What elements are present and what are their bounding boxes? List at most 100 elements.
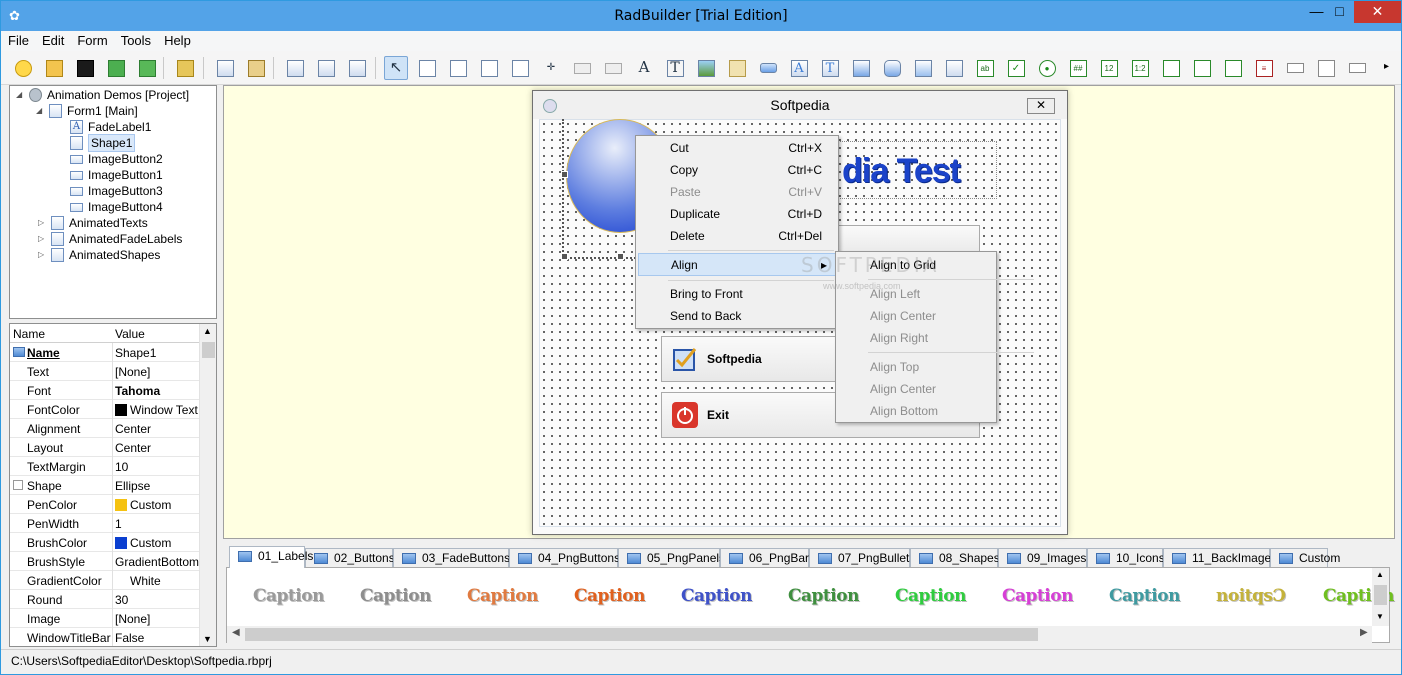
image-button-tool-icon[interactable] <box>725 56 749 80</box>
menu-tools[interactable]: Tools <box>114 31 157 48</box>
tab-02_buttons[interactable]: 02_Buttons <box>305 548 395 568</box>
tree-item-imagebutton1[interactable]: ImageButton1 <box>70 167 163 183</box>
tab-08_shapes[interactable]: 08_Shapes <box>910 548 1000 568</box>
menu-item-delete[interactable]: Delete Ctrl+Del <box>638 225 836 246</box>
tab-10_icons[interactable]: 10_Icons <box>1087 548 1165 568</box>
menu-file[interactable]: File <box>1 31 35 48</box>
property-value[interactable]: Center <box>115 441 199 455</box>
tab-04_pngbuttons[interactable]: 04_PngButtons <box>509 548 620 568</box>
property-row[interactable]: Font Tahoma <box>10 381 200 400</box>
property-row[interactable]: TextMargin 10 <box>10 457 200 476</box>
scroll-thumb[interactable] <box>202 342 215 358</box>
property-value[interactable]: Tahoma <box>115 384 199 398</box>
property-value[interactable]: White <box>115 574 199 588</box>
menu-edit[interactable]: Edit <box>35 31 70 48</box>
new-form-icon[interactable] <box>283 56 307 80</box>
tab-01_labels[interactable]: 01_Labels <box>229 546 313 568</box>
property-value[interactable]: GradientBottomTo <box>115 555 199 569</box>
caption-sample[interactable]: Caption <box>1109 586 1180 606</box>
menu-item-align-top[interactable]: Align Top <box>838 356 996 377</box>
property-row[interactable]: PenWidth 1 <box>10 514 200 533</box>
tree-item-animatedtexts[interactable]: ▷ AnimatedTexts <box>38 215 148 231</box>
tab-05_pngpanels[interactable]: 05_PngPanels <box>618 548 725 568</box>
menu-item-send-to-back[interactable]: Send to Back <box>638 305 836 326</box>
property-value[interactable]: 30 <box>115 593 199 607</box>
splitter-tool-icon[interactable]: ✛ <box>539 56 563 80</box>
menu-form[interactable]: Form <box>70 31 113 48</box>
property-scrollbar[interactable]: ▲ ▼ <box>199 324 216 646</box>
property-value[interactable]: Center <box>115 422 199 436</box>
property-value[interactable]: Shape1 <box>115 346 199 360</box>
form-properties-icon[interactable] <box>314 56 338 80</box>
tab-09_images[interactable]: 09_Images <box>998 548 1087 568</box>
tree-item-imagebutton3[interactable]: ImageButton3 <box>70 183 163 199</box>
checkbutton-tool-icon[interactable] <box>601 56 625 80</box>
caption-sample[interactable]: Caption <box>253 586 324 606</box>
build-icon[interactable] <box>104 56 128 80</box>
gallery-horizontal-scrollbar[interactable]: ◀ ▶ <box>227 626 1372 643</box>
property-value[interactable]: Ellipse <box>115 479 199 493</box>
paste-icon[interactable] <box>244 56 268 80</box>
tree-item-animatedfadelabels[interactable]: ▷ AnimatedFadeLabels <box>38 231 182 247</box>
run-icon[interactable] <box>135 56 159 80</box>
memo-tool-icon[interactable]: T <box>818 56 842 80</box>
property-value[interactable]: Custom <box>115 498 199 512</box>
maximize-button[interactable]: □ <box>1325 1 1354 23</box>
property-row[interactable]: Round 30 <box>10 590 200 609</box>
grid-tool-icon[interactable] <box>508 56 532 80</box>
tab-panel-tool-icon[interactable] <box>911 56 935 80</box>
menu-item-copy[interactable]: Copy Ctrl+C <box>638 159 836 180</box>
menu-help[interactable]: Help <box>157 31 197 48</box>
property-value[interactable]: [None] <box>115 365 199 379</box>
menu-item-align-center-v[interactable]: Align Center <box>838 378 996 399</box>
property-row[interactable]: Text [None] <box>10 362 200 381</box>
property-row[interactable]: Name Shape1 <box>10 343 200 362</box>
tree-item-animatedshapes[interactable]: ▷ AnimatedShapes <box>38 247 160 263</box>
menu-item-align-center-h[interactable]: Align Center <box>838 305 996 326</box>
scroll-thumb[interactable] <box>1374 585 1387 605</box>
scroll-thumb[interactable] <box>245 628 1038 641</box>
property-row[interactable]: BrushStyle GradientBottomTo <box>10 552 200 571</box>
tab-07_pngbullets[interactable]: 07_PngBullets <box>809 548 915 568</box>
number-edit-tool-icon[interactable]: ## <box>1066 56 1090 80</box>
text-tool-icon[interactable]: T <box>663 56 687 80</box>
menu-item-align-bottom[interactable]: Align Bottom <box>838 400 996 421</box>
trackbar-tool-icon[interactable] <box>1314 56 1338 80</box>
property-value[interactable]: [None] <box>115 612 199 626</box>
gradient-panel-tool-icon[interactable] <box>849 56 873 80</box>
tree-item-shape1[interactable]: Shape1 <box>70 134 136 152</box>
property-row[interactable]: Shape Ellipse <box>10 476 200 495</box>
property-row[interactable]: Layout Center <box>10 438 200 457</box>
menu-item-paste[interactable]: Paste Ctrl+V <box>638 181 836 202</box>
property-row[interactable]: FontColor Window Text <box>10 400 200 419</box>
frame-tool-icon[interactable] <box>477 56 501 80</box>
date-tool-icon[interactable]: 1:2 <box>1128 56 1152 80</box>
close-button[interactable]: ✕ <box>1354 1 1401 23</box>
caption-sample[interactable]: Caption <box>1002 586 1073 606</box>
property-value[interactable]: Custom <box>115 536 199 550</box>
tree-item-imagebutton2[interactable]: ImageButton2 <box>70 151 163 167</box>
richedit-tool-icon[interactable]: ≡ <box>1252 56 1276 80</box>
panel-tool-icon[interactable] <box>415 56 439 80</box>
fade-text-tool-icon[interactable]: A <box>632 56 656 80</box>
tab-06_pngbars[interactable]: 06_PngBars <box>720 548 815 568</box>
scroll-down-icon[interactable]: ▼ <box>1376 612 1384 621</box>
resize-handle[interactable] <box>561 171 568 178</box>
spin-tool-icon[interactable]: 12 <box>1097 56 1121 80</box>
property-row[interactable]: Image [None] <box>10 609 200 628</box>
progressbar-tool-icon[interactable] <box>1345 56 1369 80</box>
scroll-up-icon[interactable]: ▲ <box>1376 570 1384 579</box>
list-tool-icon[interactable] <box>1159 56 1183 80</box>
caption-sample[interactable]: Caption <box>681 586 752 606</box>
edit-tool-icon[interactable]: ab <box>973 56 997 80</box>
resize-handle[interactable] <box>617 253 624 260</box>
property-value[interactable]: Window Text <box>115 403 199 417</box>
caption-sample[interactable]: Caption <box>574 586 645 606</box>
button-tool-icon[interactable] <box>570 56 594 80</box>
property-row[interactable]: WindowTitleBar False <box>10 628 200 646</box>
toolbar-more-icon[interactable]: ▸ <box>1384 61 1389 72</box>
expand-box-icon[interactable] <box>13 480 23 490</box>
property-value[interactable]: False <box>115 631 199 645</box>
new-project-icon[interactable] <box>11 56 35 80</box>
menu-item-bring-to-front[interactable]: Bring to Front <box>638 283 836 304</box>
